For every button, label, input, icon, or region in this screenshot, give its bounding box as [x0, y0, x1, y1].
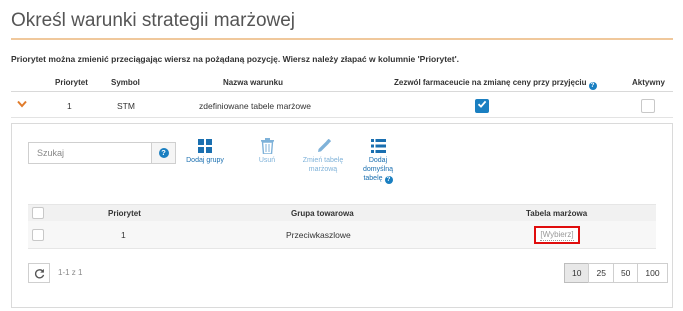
allow-change-checkbox[interactable] — [475, 99, 489, 113]
page-size-option[interactable]: 50 — [612, 263, 639, 283]
default-table-label-3-text: tabelę — [363, 175, 383, 182]
add-default-table-button[interactable]: Dodaj domyślną tabelę? — [358, 138, 398, 184]
header-allow-change-label: Zezwól farmaceucie na zmianę ceny przy p… — [394, 78, 587, 87]
main-table-header: Priorytet Symbol Nazwa warunku Zezwól fa… — [11, 74, 673, 92]
page-title: Określ warunki strategii marżowej — [11, 10, 296, 31]
info-text: Priorytet można zmienić przeciągając wie… — [11, 54, 460, 64]
row-checkbox[interactable] — [32, 229, 44, 241]
refresh-button[interactable] — [28, 263, 50, 283]
header-symbol[interactable]: Symbol — [111, 78, 140, 87]
check-icon — [477, 100, 487, 108]
page-size-option[interactable]: 25 — [588, 263, 614, 283]
default-table-label-2: domyślną — [363, 166, 393, 173]
trash-icon — [252, 138, 282, 154]
pencil-icon — [294, 138, 352, 154]
change-margin-table-button[interactable]: Zmień tabelę marżową — [294, 138, 352, 174]
default-table-label-3: tabelę? — [358, 174, 398, 184]
select-margin-table-link[interactable]: [Wybierz] — [534, 226, 580, 244]
row-priority[interactable]: 1 — [121, 230, 126, 240]
row-group: Przeciwkaszlowe — [286, 230, 351, 240]
header-group[interactable]: Grupa towarowa — [291, 209, 354, 218]
chevron-down-icon[interactable] — [15, 98, 29, 112]
list-icon — [358, 138, 398, 154]
page-size-option[interactable]: 10 — [564, 263, 590, 283]
page-size-option[interactable]: 100 — [637, 263, 668, 283]
header-priority[interactable]: Priorytet — [108, 209, 141, 218]
groups-table-header: Priorytet Grupa towarowa Tabela marżowa — [28, 204, 656, 221]
delete-button[interactable]: Usuń — [252, 138, 282, 165]
help-icon[interactable]: ? — [588, 82, 597, 90]
change-table-label-2: marżową — [308, 166, 338, 173]
detail-panel: ? Dodaj grupy Usuń Zmień tabelę marżową … — [11, 123, 673, 308]
search-help-button[interactable]: ? — [152, 142, 176, 164]
grid-icon — [182, 138, 228, 154]
header-priority[interactable]: Priorytet — [55, 78, 88, 87]
help-icon: ? — [158, 148, 169, 158]
header-name[interactable]: Nazwa warunku — [223, 78, 283, 87]
row-priority[interactable]: 1 — [67, 101, 72, 111]
table-row[interactable]: 1 Przeciwkaszlowe [Wybierz] — [28, 221, 656, 249]
header-allow-change: Zezwól farmaceucie na zmianę ceny przy p… — [394, 78, 597, 90]
search-input[interactable] — [28, 142, 152, 164]
add-groups-button[interactable]: Dodaj grupy — [182, 138, 228, 165]
help-icon[interactable]: ? — [384, 176, 393, 184]
pager-info: 1-1 z 1 — [58, 268, 83, 277]
title-divider — [11, 38, 673, 40]
add-groups-label: Dodaj grupy — [186, 157, 224, 164]
select-link-label: [Wybierz] — [540, 229, 574, 241]
default-table-label-1: Dodaj — [368, 157, 388, 164]
row-name: zdefiniowane tabele marżowe — [199, 101, 311, 111]
refresh-icon — [34, 268, 44, 279]
select-all-checkbox[interactable] — [32, 207, 44, 219]
delete-label: Usuń — [258, 157, 276, 164]
header-margin-table[interactable]: Tabela marżowa — [526, 209, 587, 218]
active-checkbox[interactable] — [641, 99, 655, 113]
page-size-selector: 10 25 50 100 — [564, 263, 668, 283]
header-active[interactable]: Aktywny — [632, 78, 665, 87]
row-symbol: STM — [117, 101, 135, 111]
change-table-label-1: Zmień tabelę — [302, 157, 344, 164]
table-row[interactable]: 1 STM zdefiniowane tabele marżowe — [11, 93, 673, 118]
